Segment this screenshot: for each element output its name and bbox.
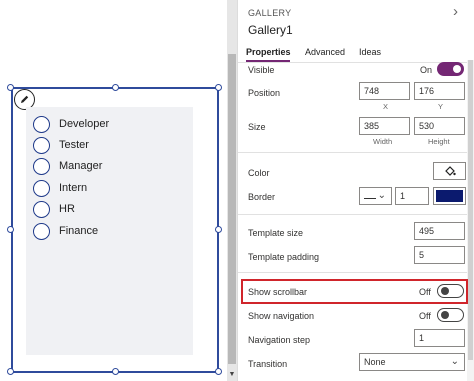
transition-value: None [364,357,386,367]
navigation-step-input[interactable]: 1 [414,329,465,347]
show-navigation-label: Show navigation [248,311,315,321]
resize-handle-right[interactable] [215,226,222,233]
show-navigation-state: Off [419,311,431,321]
radio-icon[interactable] [33,136,50,154]
position-x-input[interactable]: 748 [359,82,410,100]
size-label: Size [248,122,266,132]
visible-state: On [420,65,433,75]
height-label: Height [428,137,450,146]
size-height-input[interactable]: 530 [414,117,465,135]
canvas-scrollbar-thumb[interactable] [228,54,236,364]
transition-dropdown[interactable]: None ⌄ [359,353,465,371]
border-style-dropdown[interactable]: ⌄ [359,187,392,205]
tab-advanced[interactable]: Advanced [305,47,345,57]
resize-handle-left[interactable] [7,226,14,233]
gallery-item-label: Developer [59,118,110,130]
gallery-template: Developer Tester Manager Intern HR Finan… [26,107,193,355]
radio-icon[interactable] [33,222,50,240]
resize-handle-top[interactable] [112,84,119,91]
divider [238,152,474,153]
divider [238,272,474,273]
chevron-down-icon: ⌄ [450,356,459,367]
template-padding-input[interactable]: 5 [414,246,465,264]
color-picker-button[interactable] [433,162,466,180]
gallery-item[interactable]: Tester [33,136,89,154]
gallery-item[interactable]: Intern [33,179,87,197]
radio-icon[interactable] [33,157,50,175]
position-y-input[interactable]: 176 [414,82,465,100]
gallery-item-label: Manager [59,160,103,172]
visible-toggle[interactable] [437,62,464,76]
divider [238,214,474,215]
template-padding-label: Template padding [248,252,320,262]
properties-pane: GALLERY › Gallery1 Properties Advanced I… [237,0,474,381]
border-color-button[interactable] [433,187,466,205]
chevron-down-icon: ⌄ [377,190,386,201]
border-label: Border [248,192,276,202]
gallery-item[interactable]: HR [33,200,75,218]
resize-handle-bottom-right[interactable] [215,368,222,375]
resize-handle-bottom-left[interactable] [7,368,14,375]
visible-label: Visible [248,65,275,75]
gallery-item-label: HR [59,203,75,215]
tab-ideas[interactable]: Ideas [359,47,381,57]
template-size-input[interactable]: 495 [414,222,465,240]
position-label: Position [248,88,281,98]
transition-label: Transition [248,359,288,369]
gallery-item-label: Finance [59,225,99,237]
gallery-item[interactable]: Finance [33,222,98,240]
scroll-down-arrow-icon[interactable]: ▼ [227,370,237,380]
canvas: Developer Tester Manager Intern HR Finan… [0,0,227,381]
y-label: Y [438,102,444,111]
radio-icon[interactable] [33,200,50,218]
gallery-item-label: Intern [59,182,88,194]
radio-icon[interactable] [33,179,50,197]
gallery-item[interactable]: Developer [33,115,109,133]
pane-scrollbar-thumb[interactable] [468,60,473,360]
resize-handle-top-left[interactable] [7,84,14,91]
resize-handle-top-right[interactable] [215,84,222,91]
control-name[interactable]: Gallery1 [248,23,293,37]
gallery-item[interactable]: Manager [33,157,102,175]
x-label: X [383,102,389,111]
paint-bucket-icon [444,166,456,176]
size-width-input[interactable]: 385 [359,117,410,135]
radio-icon[interactable] [33,115,50,133]
navigation-step-label: Navigation step [248,335,311,345]
border-color-swatch [436,190,463,202]
chevron-right-icon[interactable]: › [453,3,458,20]
gallery-item-label: Tester [59,139,89,151]
control-type-header: GALLERY [248,8,292,18]
border-width-input[interactable]: 1 [395,187,429,205]
show-navigation-toggle[interactable] [437,308,464,322]
show-scrollbar-highlight-box [241,279,468,304]
width-label: Width [373,137,393,146]
tab-properties[interactable]: Properties [246,47,291,57]
color-label: Color [248,168,270,178]
resize-handle-bottom[interactable] [112,368,119,375]
template-size-label: Template size [248,228,304,238]
